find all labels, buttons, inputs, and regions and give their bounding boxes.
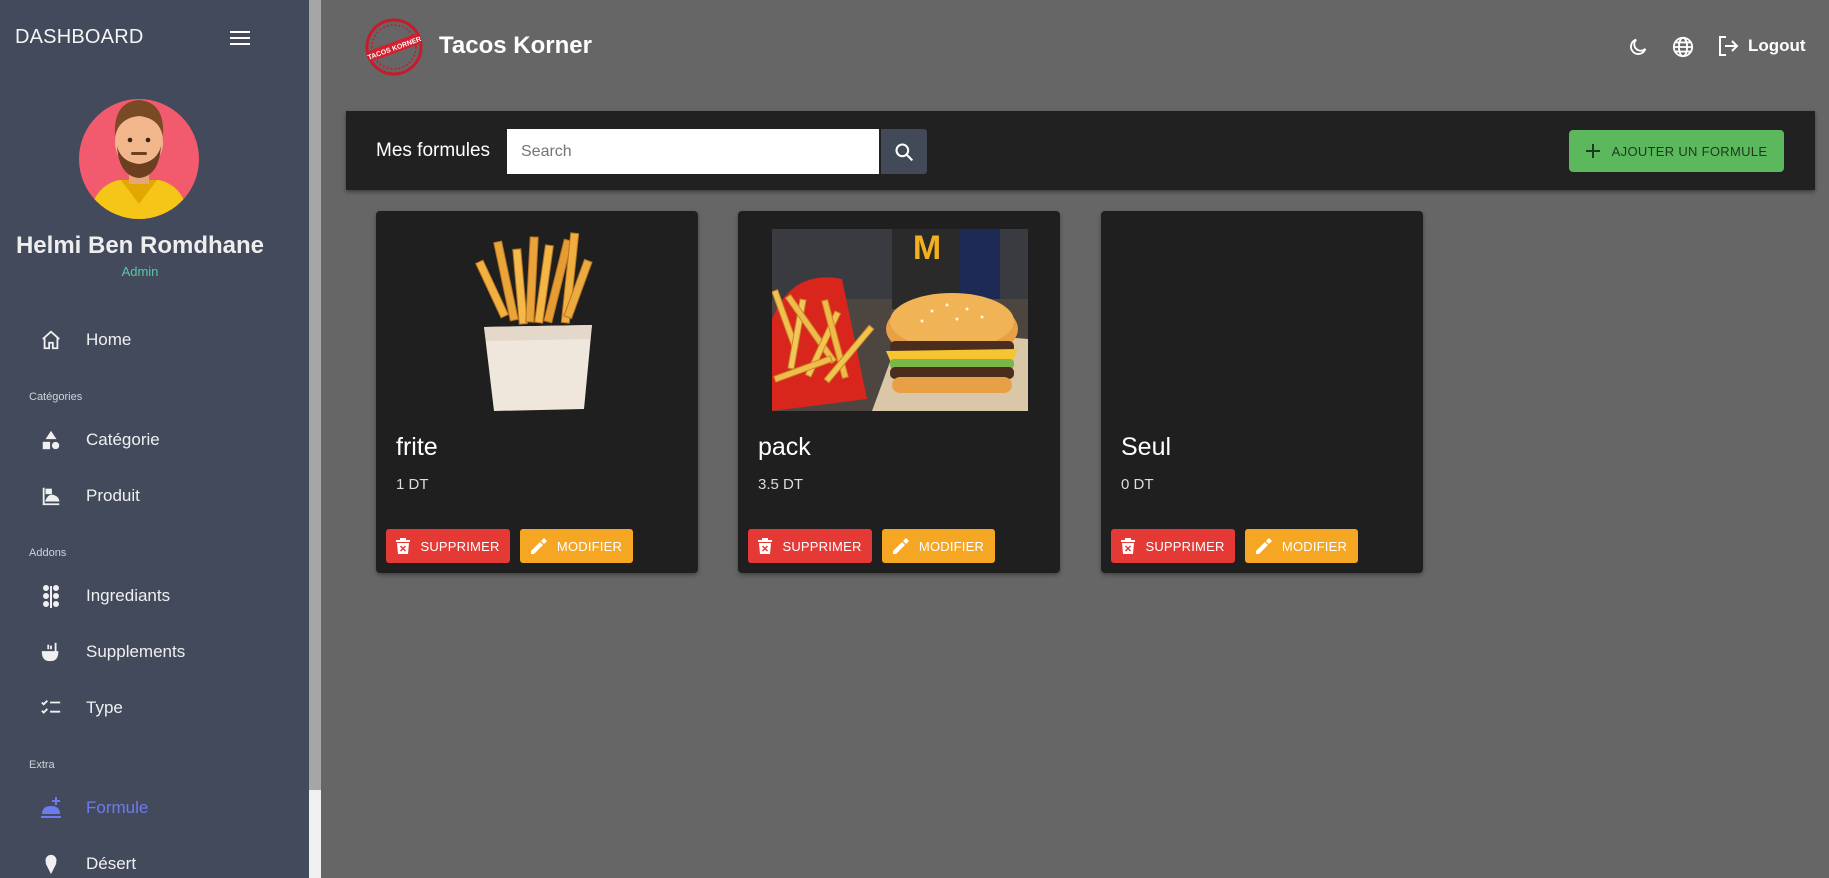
user-role: Admin: [121, 264, 159, 279]
page-title: Mes formules: [376, 140, 491, 161]
sidebar-item-label: Désert: [86, 854, 137, 873]
edit-button[interactable]: MODIFIER: [882, 529, 995, 563]
language-globe-icon[interactable]: [1672, 36, 1694, 63]
edit-label: MODIFIER: [918, 538, 985, 554]
food-tray-icon: [38, 795, 64, 821]
search-input[interactable]: [507, 129, 879, 174]
sidebar-item-ingrediants[interactable]: Ingrediants: [38, 579, 170, 613]
formules-toolbar: Mes formules AJOUTER UN FORMULE: [346, 111, 1815, 190]
section-label-addons: Addons: [29, 547, 67, 559]
sidebar-item-desert[interactable]: Désert: [38, 847, 136, 878]
edit-button[interactable]: MODIFIER: [1245, 529, 1358, 563]
trash-icon: [396, 538, 411, 554]
formule-card: Seul 0 DT SUPPRIMER MODIFIER: [1101, 211, 1423, 573]
delete-button[interactable]: SUPPRIMER: [1111, 529, 1235, 563]
svg-text:M: M: [913, 229, 941, 267]
formule-image-fries: [466, 229, 608, 411]
dashboard-title: DASHBOARD: [15, 26, 144, 48]
sidebar-item-label: Catégorie: [86, 430, 160, 449]
logout-label: Logout: [1748, 36, 1806, 55]
search-icon: [895, 142, 914, 161]
edit-label: MODIFIER: [1281, 538, 1348, 554]
formule-card: frite 1 DT SUPPRIMER MODIFIER: [376, 211, 698, 573]
sidebar-item-supplements[interactable]: Supplements: [38, 635, 185, 669]
formule-price: 1 DT: [396, 476, 429, 493]
edit-button[interactable]: MODIFIER: [520, 529, 633, 563]
ladle-icon: [38, 639, 64, 665]
sidebar-scrollbar-thumb[interactable]: [309, 790, 321, 878]
pencil-icon: [530, 538, 547, 554]
product-icon: [38, 483, 64, 509]
brand-logo: TACOS KORNER: [363, 18, 425, 81]
trash-icon: [758, 538, 773, 554]
user-name: Helmi Ben Romdhane: [15, 232, 265, 259]
section-label-extra: Extra: [29, 759, 55, 771]
sidebar: DASHBOARD Helmi Ben Romdhane Admin Home …: [0, 0, 309, 878]
sidebar-scrollbar[interactable]: [309, 0, 321, 878]
add-formule-button[interactable]: AJOUTER UN FORMULE: [1569, 130, 1784, 172]
sidebar-item-type[interactable]: Type: [38, 691, 123, 725]
sidebar-item-produit[interactable]: Produit: [38, 479, 140, 513]
brand-name: Tacos Korner: [439, 32, 592, 59]
ice-cream-icon: [38, 851, 64, 877]
logout-button[interactable]: Logout: [1716, 34, 1806, 58]
home-icon: [38, 327, 64, 353]
sidebar-item-label: Supplements: [86, 642, 186, 661]
checklist-icon: [38, 695, 64, 721]
formule-title: pack: [758, 433, 811, 461]
formule-card: M pack 3.5 DT SUPPRIMER MODIFIER: [738, 211, 1060, 573]
plus-icon: [1585, 144, 1600, 158]
delete-label: SUPPRIMER: [1145, 538, 1225, 554]
delete-button[interactable]: SUPPRIMER: [386, 529, 510, 563]
pencil-icon: [892, 538, 909, 554]
dark-mode-moon-icon[interactable]: [1627, 36, 1649, 63]
formule-price: 0 DT: [1121, 476, 1154, 493]
sidebar-item-home[interactable]: Home: [38, 323, 131, 357]
sidebar-item-categorie[interactable]: Catégorie: [38, 423, 160, 457]
edit-label: MODIFIER: [556, 538, 623, 554]
sidebar-item-formule[interactable]: Formule: [38, 791, 148, 825]
sidebar-item-label: Ingrediants: [86, 586, 171, 605]
sidebar-item-label: Type: [86, 698, 123, 717]
shapes-icon: [38, 427, 64, 453]
formule-image-burger-pack: M: [772, 229, 1028, 411]
search-button[interactable]: [881, 129, 927, 174]
formule-title: frite: [396, 433, 438, 461]
section-label-categories: Catégories: [29, 391, 83, 403]
formule-price: 3.5 DT: [758, 476, 804, 493]
logout-icon: [1719, 36, 1739, 56]
sidebar-item-label: Home: [86, 330, 132, 349]
delete-label: SUPPRIMER: [420, 538, 500, 554]
ingredients-icon: [38, 583, 64, 609]
delete-button[interactable]: SUPPRIMER: [748, 529, 872, 563]
sidebar-item-label: Formule: [86, 798, 149, 817]
pencil-icon: [1255, 538, 1272, 554]
avatar: [79, 94, 199, 224]
hamburger-menu-icon[interactable]: [230, 30, 250, 51]
delete-label: SUPPRIMER: [782, 538, 862, 554]
trash-icon: [1121, 538, 1136, 554]
formule-title: Seul: [1121, 433, 1172, 461]
add-formule-label: AJOUTER UN FORMULE: [1611, 143, 1768, 159]
sidebar-item-label: Produit: [86, 486, 140, 505]
